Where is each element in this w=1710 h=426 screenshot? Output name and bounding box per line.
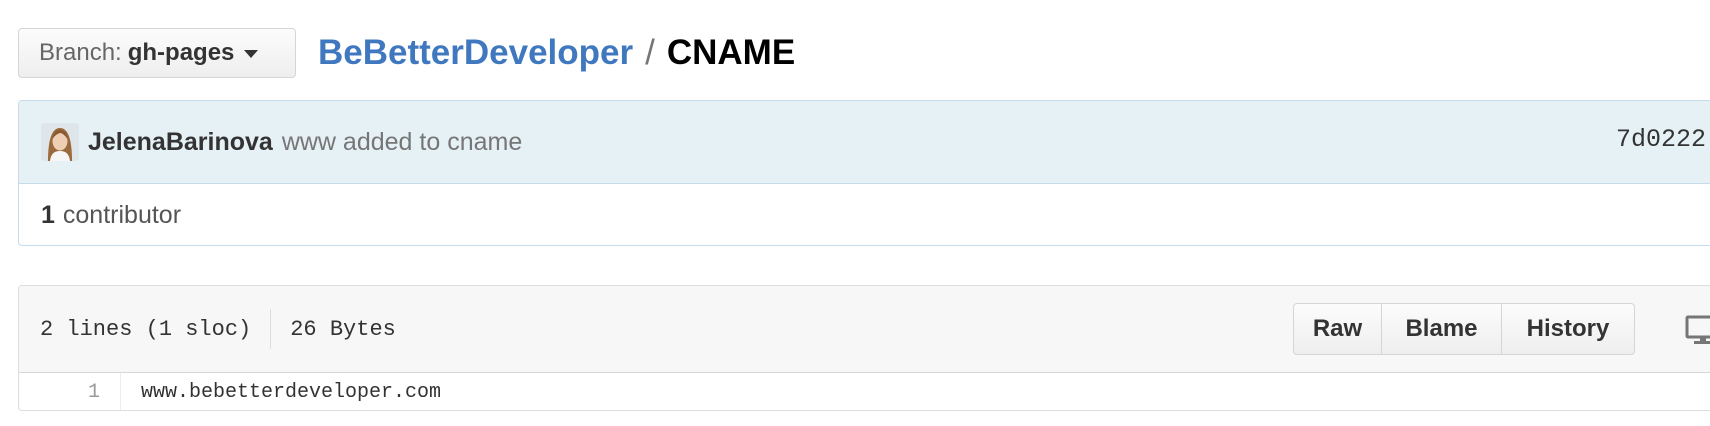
history-button[interactable]: History (1502, 304, 1634, 354)
contributor-label: contributor (62, 201, 182, 229)
file-info: 2 lines (1 sloc) 26 Bytes (40, 309, 396, 349)
file-name: CNAME (666, 33, 796, 72)
breadcrumb-separator: / (645, 33, 655, 72)
branch-prefix: Branch: (39, 39, 122, 66)
file-info-divider (270, 309, 272, 349)
file-header: 2 lines (1 sloc) 26 Bytes Raw Blame Hist… (19, 286, 1710, 373)
repo-link[interactable]: BeBetterDeveloper (318, 33, 633, 73)
blame-button[interactable]: Blame (1382, 304, 1502, 354)
commit-sha[interactable]: 7d0222 (1616, 125, 1706, 154)
branch-name: gh-pages (127, 39, 235, 66)
commit-author[interactable]: JelenaBarinova (88, 128, 273, 157)
breadcrumb: BeBetterDeveloper / CNAME (318, 30, 795, 76)
commit-message[interactable]: www added to cname (282, 128, 522, 157)
branch-select-button[interactable]: Branch: gh-pages (18, 28, 296, 78)
code-line: www.bebetterdeveloper.com (141, 381, 442, 404)
file-line-count: 2 lines (1 sloc) (40, 316, 252, 342)
desktop-icon[interactable] (1685, 315, 1710, 345)
commit-tease: JelenaBarinova www added to cname 7d0222… (18, 100, 1710, 246)
latest-commit-row: JelenaBarinova www added to cname 7d0222 (19, 101, 1710, 184)
contributor-count: 1 (41, 201, 55, 229)
file-size: 26 Bytes (290, 316, 396, 342)
file-view: 2 lines (1 sloc) 26 Bytes Raw Blame Hist… (18, 285, 1710, 411)
code-line-row: 1 www.bebetterdeveloper.com (19, 373, 1710, 410)
caret-down-icon (244, 50, 259, 58)
line-number[interactable]: 1 (19, 373, 121, 410)
raw-button[interactable]: Raw (1294, 304, 1382, 354)
contributors-row[interactable]: 1 contributor (19, 184, 1710, 245)
file-actions: Raw Blame History (1293, 303, 1635, 355)
avatar[interactable] (41, 123, 79, 161)
